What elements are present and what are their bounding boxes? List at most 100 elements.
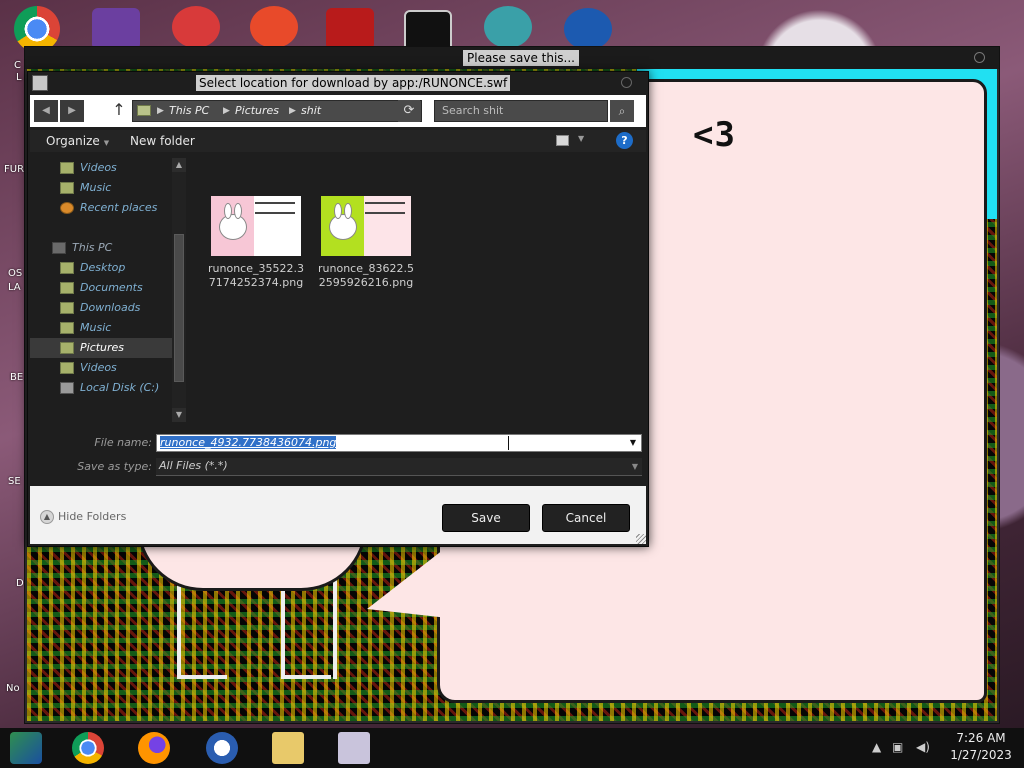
nav-item-local-disk[interactable]: Local Disk (C:)	[30, 378, 180, 398]
nav-item-label: Downloads	[80, 301, 141, 314]
chevron-up-icon: ▲	[40, 510, 54, 524]
file-name-input[interactable]: runonce_4932.7738436074.png ▼	[156, 434, 642, 452]
breadcrumb-pictures[interactable]: Pictures	[235, 101, 279, 121]
settings-icon[interactable]	[564, 8, 612, 50]
bunny-ear	[234, 203, 242, 219]
bunny-ear	[334, 203, 342, 219]
videos-folder-icon	[60, 362, 74, 374]
app-red-icon[interactable]	[326, 8, 374, 50]
nav-item-downloads[interactable]: Downloads	[30, 298, 180, 318]
chrome-icon[interactable]	[72, 732, 104, 764]
network-icon[interactable]: ▣	[892, 740, 903, 754]
chevron-up-icon[interactable]: ▲	[872, 740, 881, 754]
chevron-down-icon: ▼	[103, 139, 110, 147]
back-button[interactable]: ◀	[34, 100, 58, 122]
resize-grip[interactable]	[636, 534, 646, 544]
new-folder-button[interactable]: New folder	[130, 133, 195, 149]
file-name-value: runonce_4932.7738436074.png	[160, 436, 337, 449]
dialog-titlebar[interactable]: Select location for download by app:/RUN…	[28, 72, 648, 94]
forward-button[interactable]: ▶	[60, 100, 84, 122]
bunny-app-icon[interactable]	[338, 732, 370, 764]
app-2-icon[interactable]	[172, 6, 220, 48]
help-icon[interactable]: ?	[616, 132, 633, 149]
nav-item-label: This PC	[72, 241, 113, 254]
nav-item-label: Desktop	[80, 261, 126, 274]
firefox-icon[interactable]	[138, 732, 170, 764]
thumbnail-text-lines	[365, 202, 405, 214]
scrollbar-thumb[interactable]	[174, 234, 184, 382]
desktop-label: No	[6, 683, 20, 694]
chevron-down-icon[interactable]: ▼	[625, 435, 641, 451]
cancel-button[interactable]: Cancel	[542, 504, 630, 532]
file-name: runonce_83622.52595926216.png	[318, 262, 414, 289]
text-cursor	[508, 436, 509, 450]
nav-item-this-pc[interactable]: This PC	[30, 238, 180, 258]
up-arrow-icon[interactable]: ↑	[110, 100, 128, 122]
hard-drive-icon	[60, 382, 74, 394]
system-clock[interactable]: 7:26 AM 1/27/2023	[944, 730, 1018, 764]
close-icon[interactable]	[974, 52, 985, 63]
nav-item-documents[interactable]: Documents	[30, 278, 180, 298]
dialog-footer: ▲ Hide Folders Save Cancel	[30, 486, 646, 544]
dialog-title: Select location for download by app:/RUN…	[196, 75, 511, 91]
save-as-type-value: All Files (*.*)	[159, 459, 228, 472]
bunny-ear	[224, 203, 232, 219]
nav-item-desktop[interactable]: Desktop	[30, 258, 180, 278]
scroll-up-icon[interactable]: ▲	[172, 158, 186, 172]
desktop-label: SE	[8, 476, 21, 487]
breadcrumb-this-pc[interactable]: This PC	[169, 101, 209, 121]
nav-item-recent-places[interactable]: Recent places	[30, 198, 180, 218]
computer-icon	[52, 242, 66, 254]
refresh-icon[interactable]: ⟳	[398, 100, 420, 122]
close-icon[interactable]	[621, 77, 632, 88]
obama-logo-icon[interactable]	[206, 732, 238, 764]
clock-date: 1/27/2023	[950, 748, 1012, 762]
organize-label: Organize	[46, 134, 100, 148]
scroll-down-icon[interactable]: ▼	[172, 408, 186, 422]
file-item[interactable]: runonce_35522.37174252374.png	[206, 196, 306, 290]
volume-icon[interactable]: ◀)	[916, 740, 930, 754]
save-as-type-select[interactable]: All Files (*.*) ▼	[156, 458, 642, 476]
view-options-icon[interactable]	[556, 135, 569, 146]
nav-item-music[interactable]: Music	[30, 178, 180, 198]
bunny-foot	[177, 675, 227, 679]
breadcrumb-separator: ▶	[289, 106, 296, 116]
bunny-icon	[329, 203, 357, 240]
downloads-folder-icon	[60, 302, 74, 314]
save-button[interactable]: Save	[442, 504, 530, 532]
nav-item-label: Recent places	[80, 201, 158, 214]
nav-item-videos[interactable]: Videos	[30, 158, 180, 178]
nav-item-videos[interactable]: Videos	[30, 358, 180, 378]
nav-item-pictures[interactable]: Pictures	[30, 338, 180, 358]
chevron-down-icon[interactable]: ▼	[578, 134, 584, 143]
desktop-folder-icon	[60, 262, 74, 274]
nav-item-label: Local Disk (C:)	[80, 381, 160, 394]
nav-pane-scrollbar[interactable]: ▲ ▼	[172, 158, 186, 422]
desktop-label: C	[14, 60, 21, 71]
bunny-legs	[177, 579, 337, 679]
search-icon[interactable]: ⌕	[610, 100, 634, 122]
organize-button[interactable]: Organize ▼	[46, 133, 109, 151]
app-bunny-icon[interactable]	[484, 6, 532, 48]
folder-icon	[137, 105, 151, 116]
start-button[interactable]	[10, 732, 42, 764]
app-titlebar[interactable]: Please save this...	[25, 47, 999, 69]
hide-folders-label: Hide Folders	[58, 510, 127, 523]
nav-item-label: Pictures	[80, 341, 125, 354]
visual-studio-icon[interactable]	[92, 8, 140, 50]
thumbnail-text-lines	[255, 202, 295, 214]
nav-item-music[interactable]: Music	[30, 318, 180, 338]
app-p-icon[interactable]	[250, 6, 298, 48]
navigation-bar: ◀ ▶ ↑ ▶ This PC ▶ Pictures ▶ shit ⟳ Sear…	[30, 95, 646, 127]
search-input[interactable]: Search shit	[434, 100, 608, 122]
nav-item-label: Videos	[80, 361, 117, 374]
file-item[interactable]: runonce_83622.52595926216.png	[316, 196, 416, 290]
bunny-ear	[344, 203, 352, 219]
breadcrumb-shit[interactable]: shit	[301, 101, 321, 121]
hide-folders-button[interactable]: ▲ Hide Folders	[40, 510, 126, 524]
file-name: runonce_35522.37174252374.png	[208, 262, 304, 289]
pictures-folder-icon	[60, 342, 74, 354]
file-explorer-icon[interactable]	[272, 732, 304, 764]
address-bar[interactable]: ▶ This PC ▶ Pictures ▶ shit	[132, 100, 422, 122]
speech-bubble-tail	[367, 539, 457, 619]
